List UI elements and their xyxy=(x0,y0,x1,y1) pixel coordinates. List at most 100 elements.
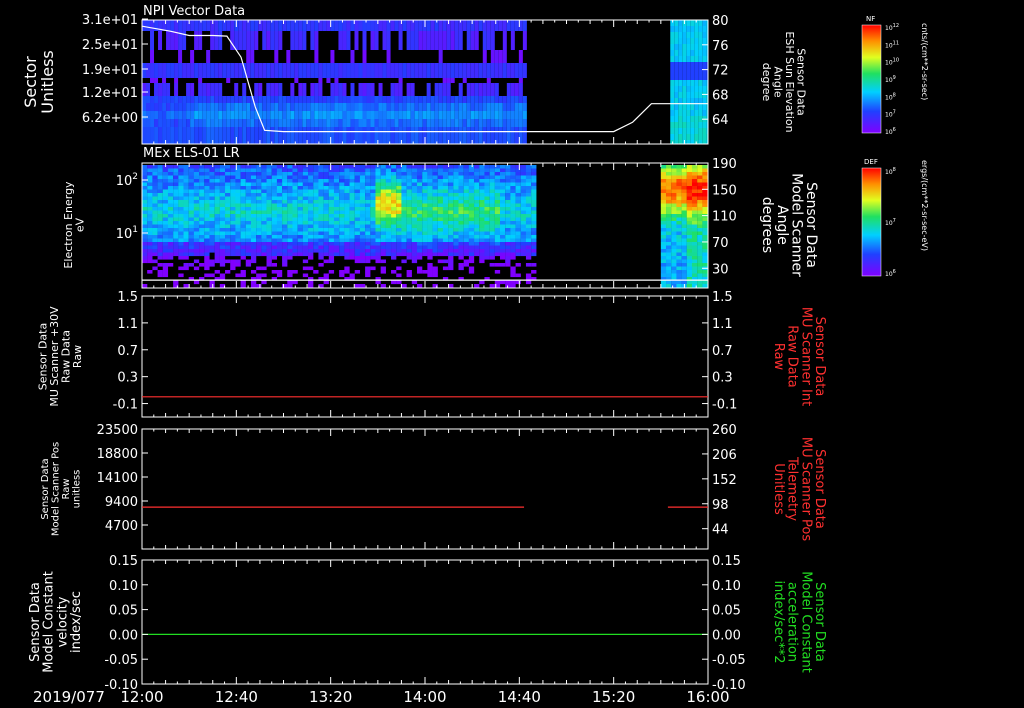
spectrogram-cell xyxy=(525,238,532,243)
spectrogram-cell xyxy=(358,111,363,119)
spectrogram-cell xyxy=(290,127,295,144)
spectrogram-cell xyxy=(522,31,527,50)
spectrogram-cell xyxy=(173,249,179,253)
spectrogram-cell xyxy=(313,168,319,173)
spectrogram-cell xyxy=(453,165,459,169)
spectrogram-cell xyxy=(463,168,469,173)
spectrogram-cell xyxy=(349,168,355,173)
spectrogram-cell xyxy=(266,203,272,208)
spectrogram-cell xyxy=(333,210,340,215)
spectrogram-cell xyxy=(691,214,698,218)
spectrogram-cell xyxy=(240,221,246,225)
spectrogram-cell xyxy=(671,175,677,180)
spectrogram-cell xyxy=(702,196,708,201)
spectrogram-cell xyxy=(276,273,283,278)
spectrogram-cell xyxy=(490,127,495,144)
spectrogram-cell xyxy=(198,83,203,96)
spectrogram-cell xyxy=(292,168,298,173)
spectrogram-cell xyxy=(349,182,355,187)
colorbar-tick-label: 1010 xyxy=(885,58,899,67)
spectrogram-cell xyxy=(474,111,479,119)
spectrogram-cell xyxy=(178,266,184,271)
spectrogram-cell xyxy=(515,252,521,257)
spectrogram-cell xyxy=(256,207,262,211)
spectrogram-cell xyxy=(494,193,501,197)
spectrogram-cell xyxy=(147,182,153,187)
spectrogram-cell xyxy=(318,172,324,176)
spectrogram-cell xyxy=(482,83,487,96)
spectrogram-cell xyxy=(474,228,480,232)
spectrogram-cell xyxy=(698,128,703,134)
spectrogram-cell xyxy=(276,210,283,215)
spectrogram-cell xyxy=(302,186,309,190)
spectrogram-cell xyxy=(505,165,511,169)
spectrogram-cell xyxy=(230,235,236,239)
spectrogram-cell xyxy=(157,217,163,222)
spectrogram-cell xyxy=(170,20,175,31)
spectrogram-cell xyxy=(414,20,419,31)
panel-scanner-position: 23500188001410094004700 2602061529844 Se… xyxy=(40,423,827,550)
spectrogram-cell xyxy=(380,196,386,201)
spectrogram-cell xyxy=(183,189,189,194)
spectrogram-cell xyxy=(448,193,454,197)
spectrogram-cell xyxy=(333,238,340,243)
spectrogram-cell xyxy=(671,242,677,246)
spectrogram-cell xyxy=(339,200,345,204)
spectrogram-cell xyxy=(338,63,343,78)
spectrogram-cell xyxy=(271,189,278,194)
axis-label-line: Unitless xyxy=(38,50,57,114)
spectrogram-cell xyxy=(478,103,483,111)
spectrogram-cell xyxy=(323,231,329,236)
spectrogram-cell xyxy=(166,111,171,119)
spectrogram-cell xyxy=(694,26,699,32)
spectrogram-cell xyxy=(230,168,236,173)
spectrogram-cell xyxy=(365,266,371,271)
spectrogram-cell xyxy=(147,270,153,274)
spectrogram-cell xyxy=(334,127,339,144)
spectrogram-cell xyxy=(370,189,376,194)
y-tick-label: 0.05 xyxy=(712,604,741,619)
spectrogram-cell xyxy=(694,80,699,86)
spectrogram-cell xyxy=(442,228,449,232)
spectrogram-cell xyxy=(338,20,343,31)
spectrogram-cell xyxy=(682,104,687,110)
spectrogram-cell xyxy=(339,182,345,187)
spectrogram-cell xyxy=(515,193,521,197)
spectrogram-cell xyxy=(697,217,703,222)
spectrogram-cell xyxy=(505,242,511,246)
spectrogram-cell xyxy=(494,270,501,274)
spectrogram-cell xyxy=(416,189,423,194)
spectrogram-cell xyxy=(697,189,703,194)
spectrogram-cell xyxy=(365,165,371,169)
spectrogram-cell xyxy=(157,182,163,187)
spectrogram-cell xyxy=(204,165,210,169)
spectrogram-cell xyxy=(333,249,340,253)
spectrogram-cell xyxy=(670,80,675,86)
spectrogram-cell xyxy=(370,256,376,260)
spectrogram-cell xyxy=(359,193,366,197)
spectrogram-cell xyxy=(458,231,464,236)
spectrogram-cell xyxy=(250,245,257,250)
spectrogram-cell xyxy=(697,280,703,285)
spectrogram-cell xyxy=(350,111,355,119)
spectrogram-cell xyxy=(328,270,335,274)
spectrogram-cell xyxy=(349,242,355,246)
spectrogram-cell xyxy=(448,245,454,250)
spectrogram-cell xyxy=(338,31,343,50)
spectrogram-cell xyxy=(490,20,495,31)
spectrogram-cell xyxy=(225,179,231,183)
spectrogram-cell xyxy=(246,50,251,63)
spectrogram-cell xyxy=(502,63,507,78)
spectrogram-cell xyxy=(442,63,447,78)
spectrogram-cell xyxy=(682,128,687,134)
spectrogram-cell xyxy=(671,179,677,183)
spectrogram-cell xyxy=(410,20,415,31)
spectrogram-cell xyxy=(198,111,203,119)
y-tick-label: 68 xyxy=(712,88,729,103)
spectrogram-cell xyxy=(406,242,412,246)
spectrogram-cell xyxy=(230,203,236,208)
spectrogram-cell xyxy=(214,196,220,201)
spectrogram-cell xyxy=(308,242,314,246)
y-tick-label: 2.5e+01 xyxy=(82,38,138,53)
spectrogram-cell xyxy=(245,175,252,180)
